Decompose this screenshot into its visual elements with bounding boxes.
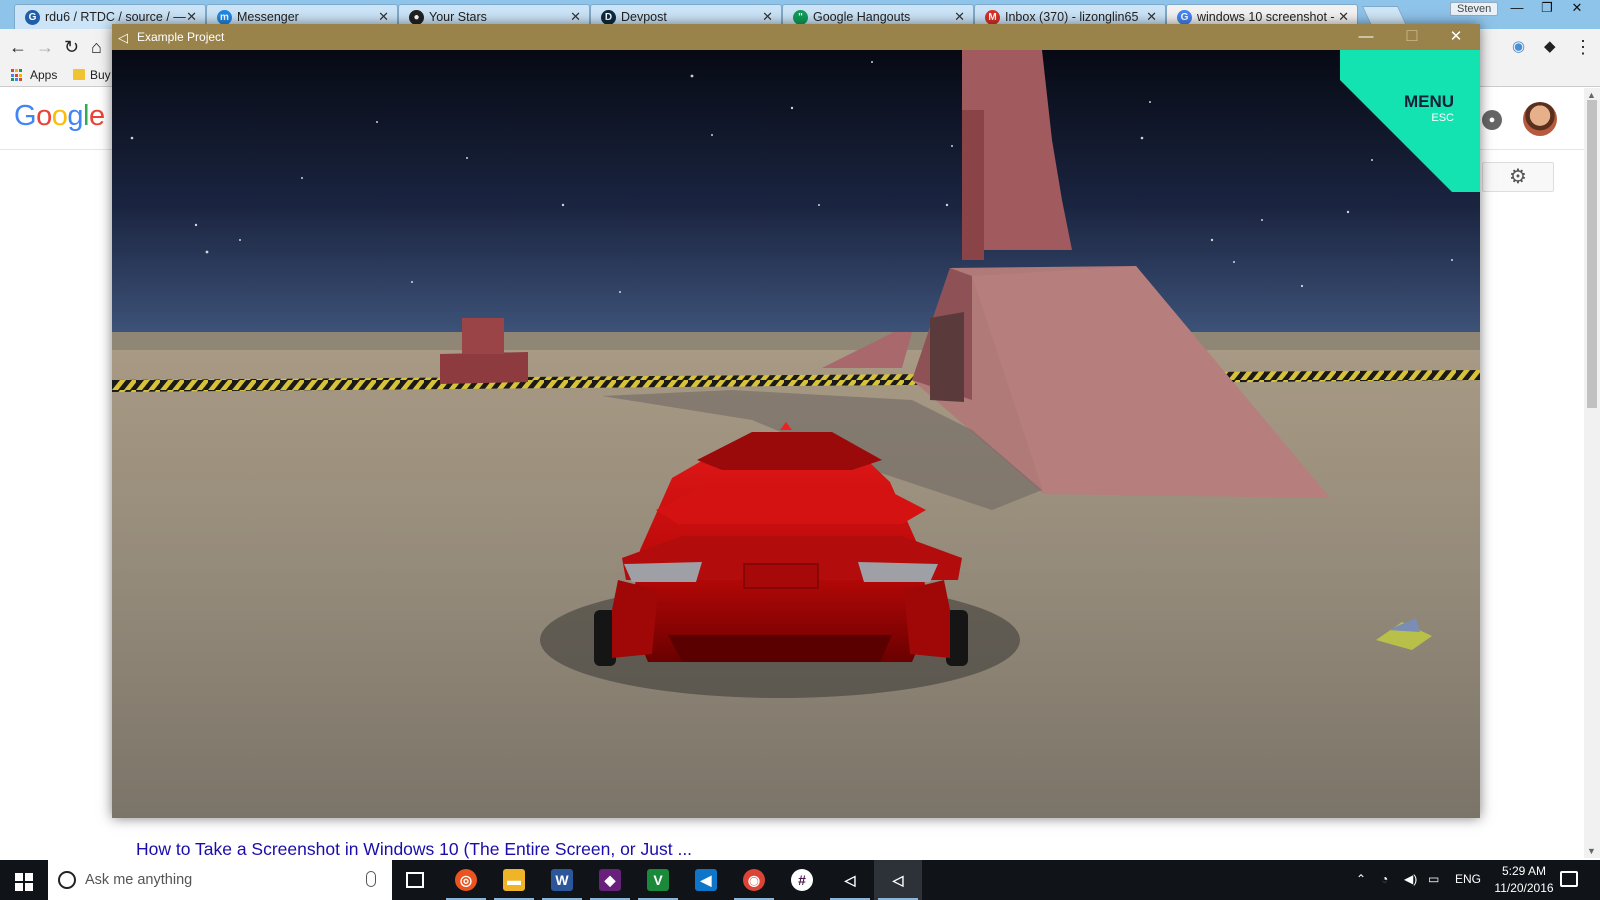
search-result-link[interactable]: How to Take a Screenshot in Windows 10 (… xyxy=(136,839,692,860)
taskbar: Ask me anything ◎ ▬ W ◆ V ◀ ◉ # ◁ ◁ ⌃ ◔ … xyxy=(0,860,1600,900)
cortana-icon xyxy=(58,871,76,889)
language-indicator[interactable]: ENG xyxy=(1455,872,1481,886)
back-arrow-icon[interactable]: ← xyxy=(9,37,27,58)
clock-time[interactable]: 5:29 AM xyxy=(1494,864,1554,878)
vim-icon: V xyxy=(647,869,669,891)
google-icon: G xyxy=(1177,10,1192,25)
tab-title: windows 10 screenshot - xyxy=(1197,10,1335,24)
close-icon[interactable]: ✕ xyxy=(1338,9,1349,25)
profile-button[interactable]: Steven xyxy=(1450,2,1499,16)
home-icon[interactable]: ⌂ xyxy=(91,37,102,58)
show-hidden-icons-icon[interactable]: ⌃ xyxy=(1356,872,1366,886)
taskbar-unity[interactable]: ◁ xyxy=(826,860,874,900)
extension-shield-icon[interactable]: ◆ xyxy=(1544,37,1556,55)
restore-icon[interactable]: ❐ xyxy=(1533,0,1561,18)
word-icon: W xyxy=(551,869,573,891)
vscode-icon: ◀ xyxy=(695,869,717,891)
tab-title: Your Stars xyxy=(429,10,487,24)
tab-title: Inbox (370) - lizonglin65 xyxy=(1005,10,1139,24)
gmail-icon: M xyxy=(985,10,1000,25)
far-ground xyxy=(112,332,1480,350)
page-scroll-thumb[interactable] xyxy=(1587,100,1597,408)
game-titlebar: ◁ Example Project — ☐ ✕ xyxy=(112,24,1480,50)
tab-title: Google Hangouts xyxy=(813,10,911,24)
taskbar-word[interactable]: W xyxy=(538,860,586,900)
unity-icon: ◁ xyxy=(844,872,856,888)
battery-icon[interactable]: ▭ xyxy=(1428,872,1439,886)
microphone-icon[interactable] xyxy=(366,871,376,887)
game-window: ◁ Example Project — ☐ ✕ MENU ESC xyxy=(112,24,1480,818)
devpost-icon: D xyxy=(601,10,616,25)
extension-icon[interactable]: ◉ xyxy=(1512,37,1525,55)
taskbar-ubuntu[interactable]: ◎ xyxy=(442,860,490,900)
folder-icon: ▬ xyxy=(503,869,525,891)
scroll-up-icon[interactable]: ▲ xyxy=(1587,90,1596,100)
forward-arrow-icon[interactable]: → xyxy=(36,37,54,58)
taskbar-file-explorer[interactable]: ▬ xyxy=(490,860,538,900)
license-plate xyxy=(743,563,819,589)
visual-studio-icon: ◆ xyxy=(599,869,621,891)
git-icon: G xyxy=(25,10,40,25)
search-placeholder: Ask me anything xyxy=(85,872,193,888)
game-viewport[interactable]: MENU ESC xyxy=(112,50,1480,818)
messenger-icon: m xyxy=(217,10,232,25)
close-icon[interactable]: ✕ xyxy=(1434,26,1478,48)
notification-bell-icon[interactable]: ● xyxy=(1482,110,1502,130)
minimize-icon[interactable]: — xyxy=(1503,0,1531,18)
tab-title: Messenger xyxy=(237,10,299,24)
taskbar-chrome[interactable]: ◉ xyxy=(730,860,778,900)
close-icon[interactable]: ✕ xyxy=(186,9,197,25)
close-icon[interactable]: ✕ xyxy=(954,9,965,25)
unity-icon: ◁ xyxy=(118,30,128,45)
bookmark-apps[interactable]: Apps xyxy=(30,68,57,82)
chrome-icon: ◉ xyxy=(743,869,765,891)
close-icon[interactable]: ✕ xyxy=(378,9,389,25)
close-icon[interactable]: ✕ xyxy=(1563,0,1591,18)
tab-title: Devpost xyxy=(621,10,667,24)
taskbar-vim[interactable]: V xyxy=(634,860,682,900)
chrome-menu-icon[interactable]: ⋮ xyxy=(1574,37,1592,58)
left-tail-light xyxy=(624,562,702,582)
avatar[interactable] xyxy=(1523,102,1557,136)
scroll-down-icon[interactable]: ▼ xyxy=(1587,846,1596,856)
esc-hint: ESC xyxy=(1431,112,1454,124)
github-icon: ● xyxy=(409,10,424,25)
close-icon[interactable]: ✕ xyxy=(762,9,773,25)
game-scene xyxy=(112,50,1480,818)
game-window-title: Example Project xyxy=(137,30,225,44)
minimize-icon[interactable]: — xyxy=(1344,26,1388,48)
taskbar-visual-studio[interactable]: ◆ xyxy=(586,860,634,900)
windows-start-button[interactable] xyxy=(0,860,48,900)
crate-top xyxy=(462,318,504,354)
menu-button[interactable]: MENU xyxy=(1404,92,1454,112)
clock-date[interactable]: 11/20/2016 xyxy=(1488,881,1560,895)
taskbar-vscode[interactable]: ◀ xyxy=(682,860,730,900)
ramp-tunnel xyxy=(930,312,964,402)
night-sky xyxy=(112,50,1480,332)
crate-front xyxy=(440,352,528,384)
task-view-icon[interactable] xyxy=(406,872,424,888)
close-icon[interactable]: ✕ xyxy=(1146,9,1157,25)
taskbar-slack[interactable]: # xyxy=(778,860,826,900)
slack-icon: # xyxy=(791,869,813,891)
wifi-icon[interactable]: ◔ xyxy=(1381,872,1388,886)
cortana-search-box[interactable]: Ask me anything xyxy=(48,860,392,900)
ubuntu-icon: ◎ xyxy=(455,869,477,891)
folder-icon xyxy=(73,69,85,80)
close-icon[interactable]: ✕ xyxy=(570,9,581,25)
taskbar-unity-game[interactable]: ◁ xyxy=(874,860,922,900)
bookmark-buy[interactable]: Buy xyxy=(90,68,111,82)
google-logo[interactable]: Google xyxy=(14,100,105,133)
action-center-icon[interactable] xyxy=(1560,871,1578,887)
hangouts-icon: " xyxy=(793,10,808,25)
tower-side xyxy=(962,110,984,260)
unity-icon: ◁ xyxy=(892,872,904,888)
maximize-icon[interactable]: ☐ xyxy=(1390,26,1434,48)
reload-icon[interactable]: ↻ xyxy=(64,37,79,58)
tab-title: rdu6 / RTDC / source / — xyxy=(45,10,186,24)
volume-icon[interactable]: ◀) xyxy=(1404,872,1417,886)
right-tail-light xyxy=(858,562,938,582)
apps-grid-icon xyxy=(11,69,24,82)
settings-gear-icon[interactable]: ⚙ xyxy=(1482,162,1554,192)
